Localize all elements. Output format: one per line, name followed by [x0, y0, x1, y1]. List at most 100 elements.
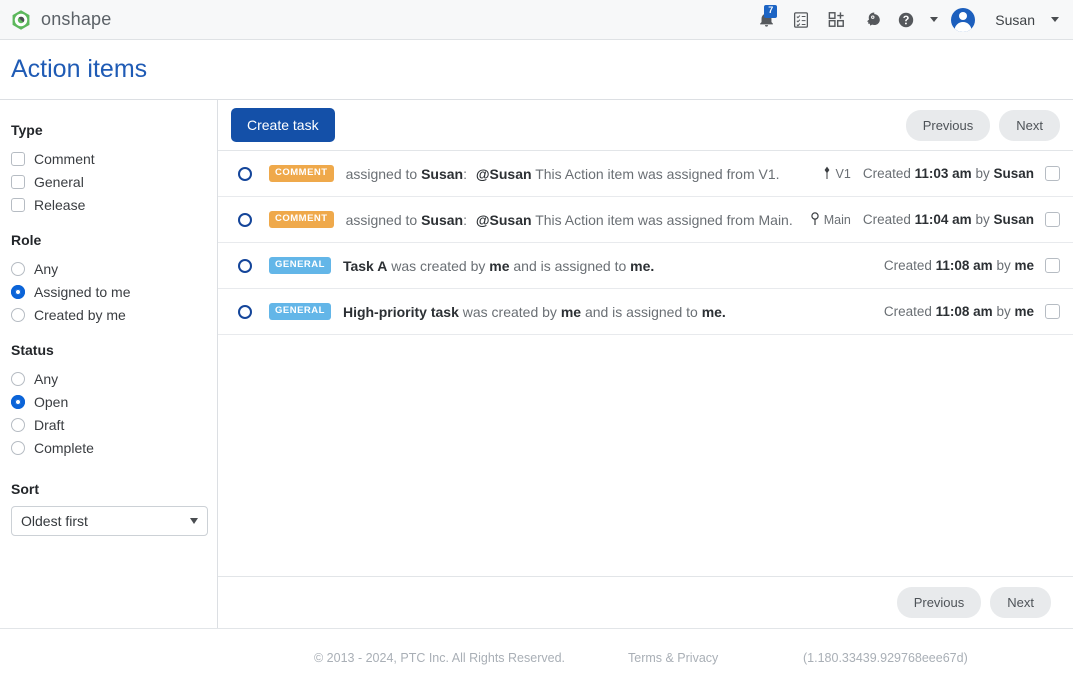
open-circle-icon[interactable]: [238, 258, 252, 273]
task-scope: V1: [822, 166, 851, 182]
bell-icon[interactable]: 7: [755, 4, 778, 31]
checkbox-icon[interactable]: [11, 151, 25, 166]
filter-option-label: Created by me: [34, 306, 126, 323]
previous-button-top[interactable]: Previous: [905, 109, 991, 141]
radio-icon-selected[interactable]: [11, 284, 25, 299]
filter-option-status-any[interactable]: Any: [11, 367, 217, 390]
user-chevron-down-icon[interactable]: [1051, 17, 1059, 22]
task-scope-label: V1: [835, 166, 851, 181]
previous-button-bottom[interactable]: Previous: [896, 587, 982, 618]
task-body-end: .: [721, 303, 726, 320]
task-prefix: assigned to: [345, 165, 418, 182]
radio-icon[interactable]: [11, 371, 25, 386]
radio-icon[interactable]: [11, 417, 25, 432]
apps-add-icon[interactable]: [825, 9, 847, 31]
filter-option-label: Draft: [34, 416, 65, 433]
version-icon: [822, 166, 832, 182]
filter-group-type: Type Comment General Release: [11, 122, 217, 216]
filter-option-status-open[interactable]: Open: [11, 390, 217, 413]
row-checkbox[interactable]: [1045, 166, 1060, 181]
task-colon: :: [463, 165, 467, 182]
filter-group-title: Role: [11, 232, 42, 248]
radio-icon[interactable]: [11, 261, 25, 276]
row-checkbox[interactable]: [1045, 258, 1060, 273]
table-row[interactable]: COMMENT assigned to Susan: @Susan This A…: [218, 197, 1073, 243]
filter-option-status-complete[interactable]: Complete: [11, 436, 217, 459]
notification-count-badge: 7: [764, 4, 778, 18]
task-body-end: .: [650, 257, 655, 274]
sort-select-value: Oldest first: [21, 513, 88, 529]
created-prefix: Created: [862, 212, 911, 227]
table-row[interactable]: GENERAL Task A was created by me and is …: [218, 243, 1073, 289]
radio-icon[interactable]: [11, 307, 25, 322]
user-avatar-icon[interactable]: [951, 7, 976, 32]
filter-option-general[interactable]: General: [11, 170, 217, 193]
task-actor-assignee: me: [630, 257, 651, 274]
task-actor-creator: me: [560, 303, 582, 320]
footer-terms-privacy-link[interactable]: Terms & Privacy: [628, 651, 803, 665]
task-body: was created by: [391, 257, 486, 274]
task-list-icon[interactable]: [790, 9, 812, 31]
task-title: Task A: [342, 257, 388, 274]
main-toolbar: Create task Previous Next: [218, 100, 1073, 151]
radio-icon[interactable]: [11, 440, 25, 455]
filter-group-title: Type: [11, 122, 43, 138]
nav-right-group: 7 Susan: [755, 4, 1059, 32]
filter-option-comment[interactable]: Comment: [11, 147, 217, 170]
row-checkbox[interactable]: [1045, 304, 1060, 319]
created-by-prefix: by: [975, 166, 990, 181]
open-circle-icon[interactable]: [238, 166, 252, 181]
task-list: COMMENT assigned to Susan: @Susan This A…: [218, 151, 1073, 576]
task-actor-creator: me: [489, 257, 510, 274]
sort-select[interactable]: Oldest first: [11, 506, 208, 536]
help-chevron-down-icon[interactable]: [930, 17, 939, 22]
table-row[interactable]: GENERAL High-priority task was created b…: [218, 289, 1073, 335]
created-by-prefix: by: [975, 212, 990, 227]
user-name-label[interactable]: Susan: [995, 12, 1035, 28]
status-badge: GENERAL: [269, 303, 331, 320]
filter-option-role-created-by-me[interactable]: Created by me: [11, 303, 217, 326]
created-prefix: Created: [862, 166, 911, 181]
filter-option-status-draft[interactable]: Draft: [11, 413, 217, 436]
task-description: High-priority task was created by me and…: [343, 304, 726, 320]
checkbox-icon[interactable]: [11, 197, 25, 212]
footer-version: (1.180.33439.929768eee67d): [803, 651, 968, 665]
main-panel: Create task Previous Next COMMENT assign…: [218, 100, 1073, 628]
open-circle-icon[interactable]: [238, 304, 252, 319]
checkbox-icon[interactable]: [11, 174, 25, 189]
row-meta: Main Created 11:04 am by Susan: [796, 211, 1060, 228]
brand[interactable]: onshape: [10, 9, 111, 31]
filter-option-label: Any: [34, 370, 59, 387]
task-prefix: assigned to: [345, 211, 418, 228]
filter-option-label: General: [34, 173, 84, 190]
row-meta: Created 11:08 am by me: [870, 258, 1060, 273]
footer-copyright: © 2013 - 2024, PTC Inc. All Rights Reser…: [314, 651, 565, 665]
onshape-logo-icon: [10, 9, 32, 31]
next-button-bottom[interactable]: Next: [990, 587, 1051, 618]
filter-option-role-any[interactable]: Any: [11, 257, 217, 280]
table-row[interactable]: COMMENT assigned to Susan: @Susan This A…: [218, 151, 1073, 197]
chevron-down-icon: [190, 518, 198, 524]
help-question-icon[interactable]: [895, 9, 917, 31]
created-time: 11:03 am: [914, 166, 972, 181]
task-created-meta: Created 11:08 am by me: [884, 258, 1034, 273]
task-title: High-priority task: [342, 303, 459, 320]
open-circle-icon[interactable]: [238, 212, 252, 227]
task-body-middle: and is assigned to: [513, 257, 627, 274]
workspace-branch-icon: [810, 211, 820, 228]
status-badge: COMMENT: [269, 165, 334, 182]
create-task-button[interactable]: Create task: [231, 108, 335, 142]
radio-icon-selected[interactable]: [11, 394, 25, 409]
learning-brain-icon[interactable]: [860, 9, 882, 31]
next-button-top[interactable]: Next: [999, 109, 1060, 141]
filter-option-label: Open: [34, 393, 69, 410]
filter-option-role-assigned-to-me[interactable]: Assigned to me: [11, 280, 217, 303]
filter-option-release[interactable]: Release: [11, 193, 217, 216]
created-by-prefix: by: [996, 258, 1011, 273]
row-checkbox[interactable]: [1045, 212, 1060, 227]
row-meta: Created 11:08 am by me: [870, 304, 1060, 319]
task-created-meta: Created 11:03 am by Susan: [863, 166, 1034, 181]
page-footer: © 2013 - 2024, PTC Inc. All Rights Reser…: [0, 628, 1073, 687]
task-description: Task A was created by me and is assigned…: [343, 258, 654, 274]
filter-option-label: Comment: [34, 150, 95, 167]
